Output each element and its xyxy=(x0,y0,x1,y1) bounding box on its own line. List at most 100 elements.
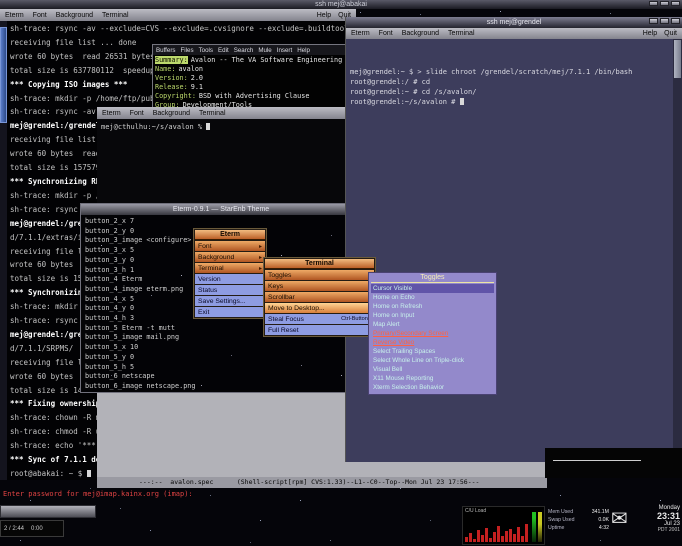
text-cursor xyxy=(460,98,464,105)
menu-item[interactable]: Move to Desktop...▸ xyxy=(265,303,374,313)
emacs-menu-item[interactable]: Edit xyxy=(218,47,229,54)
emacs-menu-item[interactable]: Mule xyxy=(258,47,271,54)
menu-bar-item[interactable]: Terminal xyxy=(448,30,474,37)
clock-time: 23:31 xyxy=(636,511,680,521)
cpu-bar xyxy=(509,529,512,542)
cpu-bar xyxy=(473,539,476,542)
toggle-menu-item[interactable]: Visual Bell xyxy=(371,365,494,374)
minimize-button[interactable] xyxy=(649,1,658,6)
menu-item[interactable]: Version xyxy=(195,274,265,284)
menu-item[interactable]: Font▸ xyxy=(195,241,265,251)
menu-item[interactable]: Status xyxy=(195,285,265,295)
menu-eterm: Eterm Font▸Background▸Terminal▸ VersionS… xyxy=(193,228,267,319)
emacs-menu-item[interactable]: Buffers xyxy=(156,47,176,54)
toggle-menu-item[interactable]: X11 Mouse Reporting xyxy=(371,374,494,383)
toggle-menu-item[interactable]: Cursor Visible xyxy=(371,284,494,293)
spec-field: Copyright:BSD with Advertising Clause xyxy=(155,92,354,101)
toggle-menu-item[interactable]: Home on Refresh xyxy=(371,302,494,311)
titlebar-abakai[interactable]: ssh mej@abakai xyxy=(0,0,682,9)
toggle-menu-item[interactable]: Primary/Secondary Screen xyxy=(371,329,494,338)
scrollbar-thumb[interactable] xyxy=(674,40,681,78)
taskbar-shelf[interactable] xyxy=(0,505,96,518)
menu-item[interactable]: Steal FocusCtrl-Button1 xyxy=(265,314,374,324)
emacs-menu-item[interactable]: Insert xyxy=(277,47,292,54)
system-stats: Mem Used341.1MSwap Used0.0KUptime4:32 xyxy=(548,508,609,532)
mail-icon[interactable]: ✉ xyxy=(611,506,628,532)
stat-row: Mem Used341.1M xyxy=(548,508,609,516)
scrollbar-thumb[interactable] xyxy=(0,27,7,123)
menu-item[interactable]: Scrollbar▸ xyxy=(265,292,374,302)
titlebar-buttons xyxy=(649,18,680,24)
spec-fields: Summary:Avalon -- The VA Software Engine… xyxy=(153,55,356,111)
terminal-line: button_5_h 5 xyxy=(85,363,361,373)
menu-bar-item[interactable]: Background xyxy=(153,110,190,117)
maximize-button[interactable] xyxy=(660,1,669,6)
emacs-modeline: ---:-- avalon.spec (Shell-script[rpm] CV… xyxy=(97,477,547,488)
menu-terminal: Terminal Toggles▸Keys▸Scrollbar▸Move to … xyxy=(263,257,376,337)
stat-row: Swap Used0.0K xyxy=(548,516,609,524)
scrollbar-track[interactable] xyxy=(673,39,682,462)
menu-bar-item[interactable]: Terminal xyxy=(102,12,128,19)
cpu-bar xyxy=(465,537,468,542)
pager-desktop: 2 / 2:44 xyxy=(4,526,24,532)
menu-bar-item[interactable]: Terminal xyxy=(199,110,225,117)
emacs-menu-item[interactable]: Search xyxy=(234,47,254,54)
toggle-menu-item[interactable]: Select Trailing Spaces xyxy=(371,347,494,356)
cpu-bar xyxy=(505,531,508,542)
menu-item[interactable]: Full Reset xyxy=(265,325,374,335)
menu-bar-item[interactable]: Font xyxy=(33,12,47,19)
cpu-bar xyxy=(469,533,472,542)
menu-bar-item[interactable]: Background xyxy=(402,30,439,37)
menu-bar-item[interactable]: Eterm xyxy=(5,12,24,19)
terminal-line: mej@grendel:~ $ > slide chroot /grendel/… xyxy=(350,67,673,77)
terminal-line: root@grendel:/ # cd xyxy=(350,77,673,87)
toggle-menu-item[interactable]: Home on Echo xyxy=(371,293,494,302)
menu-bar-item[interactable]: Eterm xyxy=(351,30,370,37)
menu-bar-item[interactable]: Help xyxy=(643,30,657,37)
maximize-button[interactable] xyxy=(660,18,669,24)
clock-widget: Monday 23:31 Jul 23 PDT 2001 xyxy=(636,505,680,533)
pager-widget[interactable]: 2 / 2:44 0:00 xyxy=(0,520,64,537)
emacs-menu-item[interactable]: Files xyxy=(181,47,194,54)
menu-bar-item[interactable]: Eterm xyxy=(102,110,121,117)
toggle-menu-item[interactable]: Home on Input xyxy=(371,311,494,320)
emacs-menu-item[interactable]: Tools xyxy=(199,47,213,54)
cpu-bar xyxy=(521,536,524,542)
cpu-bar xyxy=(481,535,484,542)
menu-bar-item[interactable]: Help xyxy=(317,12,331,19)
menu-title: Eterm xyxy=(195,230,265,240)
cpu-bar xyxy=(493,532,496,542)
terminal-line: root@grendel:~ # cd /s/avalon/ xyxy=(350,87,673,97)
menu-item[interactable]: Toggles▸ xyxy=(265,270,374,280)
emacs-menu-item[interactable]: Help xyxy=(297,47,310,54)
menu-terminal-actions: Steal FocusCtrl-Button1Full Reset xyxy=(265,314,374,335)
menu-item[interactable]: Save Settings... xyxy=(195,296,265,306)
scrollbar-track[interactable] xyxy=(0,21,7,480)
cpu-bar xyxy=(517,527,520,542)
toggle-menu-item[interactable]: Xterm Selection Behavior xyxy=(371,383,494,392)
window-title-starenb: Eterm-0.9.1 — StarEnb Theme xyxy=(173,206,269,213)
toggle-menu-item[interactable]: Map Alert xyxy=(371,320,494,329)
close-button[interactable] xyxy=(671,1,680,6)
close-button[interactable] xyxy=(671,18,680,24)
menu-item[interactable]: Background▸ xyxy=(195,252,265,262)
toggle-menu-item[interactable]: Reverse Video xyxy=(371,338,494,347)
menu-title: Toggles xyxy=(371,274,494,283)
menu-bar-item[interactable]: Font xyxy=(130,110,144,117)
terminal-line: root@grendel:~/s/avalon # xyxy=(350,97,673,107)
menu-bar-item[interactable]: Quit xyxy=(664,30,677,37)
titlebar-grendel[interactable]: ssh mej@grendel xyxy=(346,17,682,28)
submenu-arrow-icon: ▸ xyxy=(259,243,262,250)
menu-item[interactable]: Keys▸ xyxy=(265,281,374,291)
terminal-line: sh-trace: rsync -av --exclude=CVS --excl… xyxy=(10,22,356,36)
spec-field: Release:9.1 xyxy=(155,83,354,92)
menu-bar-item[interactable]: Font xyxy=(379,30,393,37)
menu-item[interactable]: Exit xyxy=(195,307,265,317)
toggle-menu-item[interactable]: Select Whole Line on Triple-click xyxy=(371,356,494,365)
titlebar-buttons xyxy=(649,1,680,6)
menu-bar-item[interactable]: Background xyxy=(56,12,93,19)
menu-item[interactable]: Terminal▸ xyxy=(195,263,265,273)
minimize-button[interactable] xyxy=(649,18,658,24)
cpu-bar xyxy=(477,530,480,542)
titlebar-starenb[interactable]: Eterm-0.9.1 — StarEnb Theme xyxy=(81,204,361,215)
